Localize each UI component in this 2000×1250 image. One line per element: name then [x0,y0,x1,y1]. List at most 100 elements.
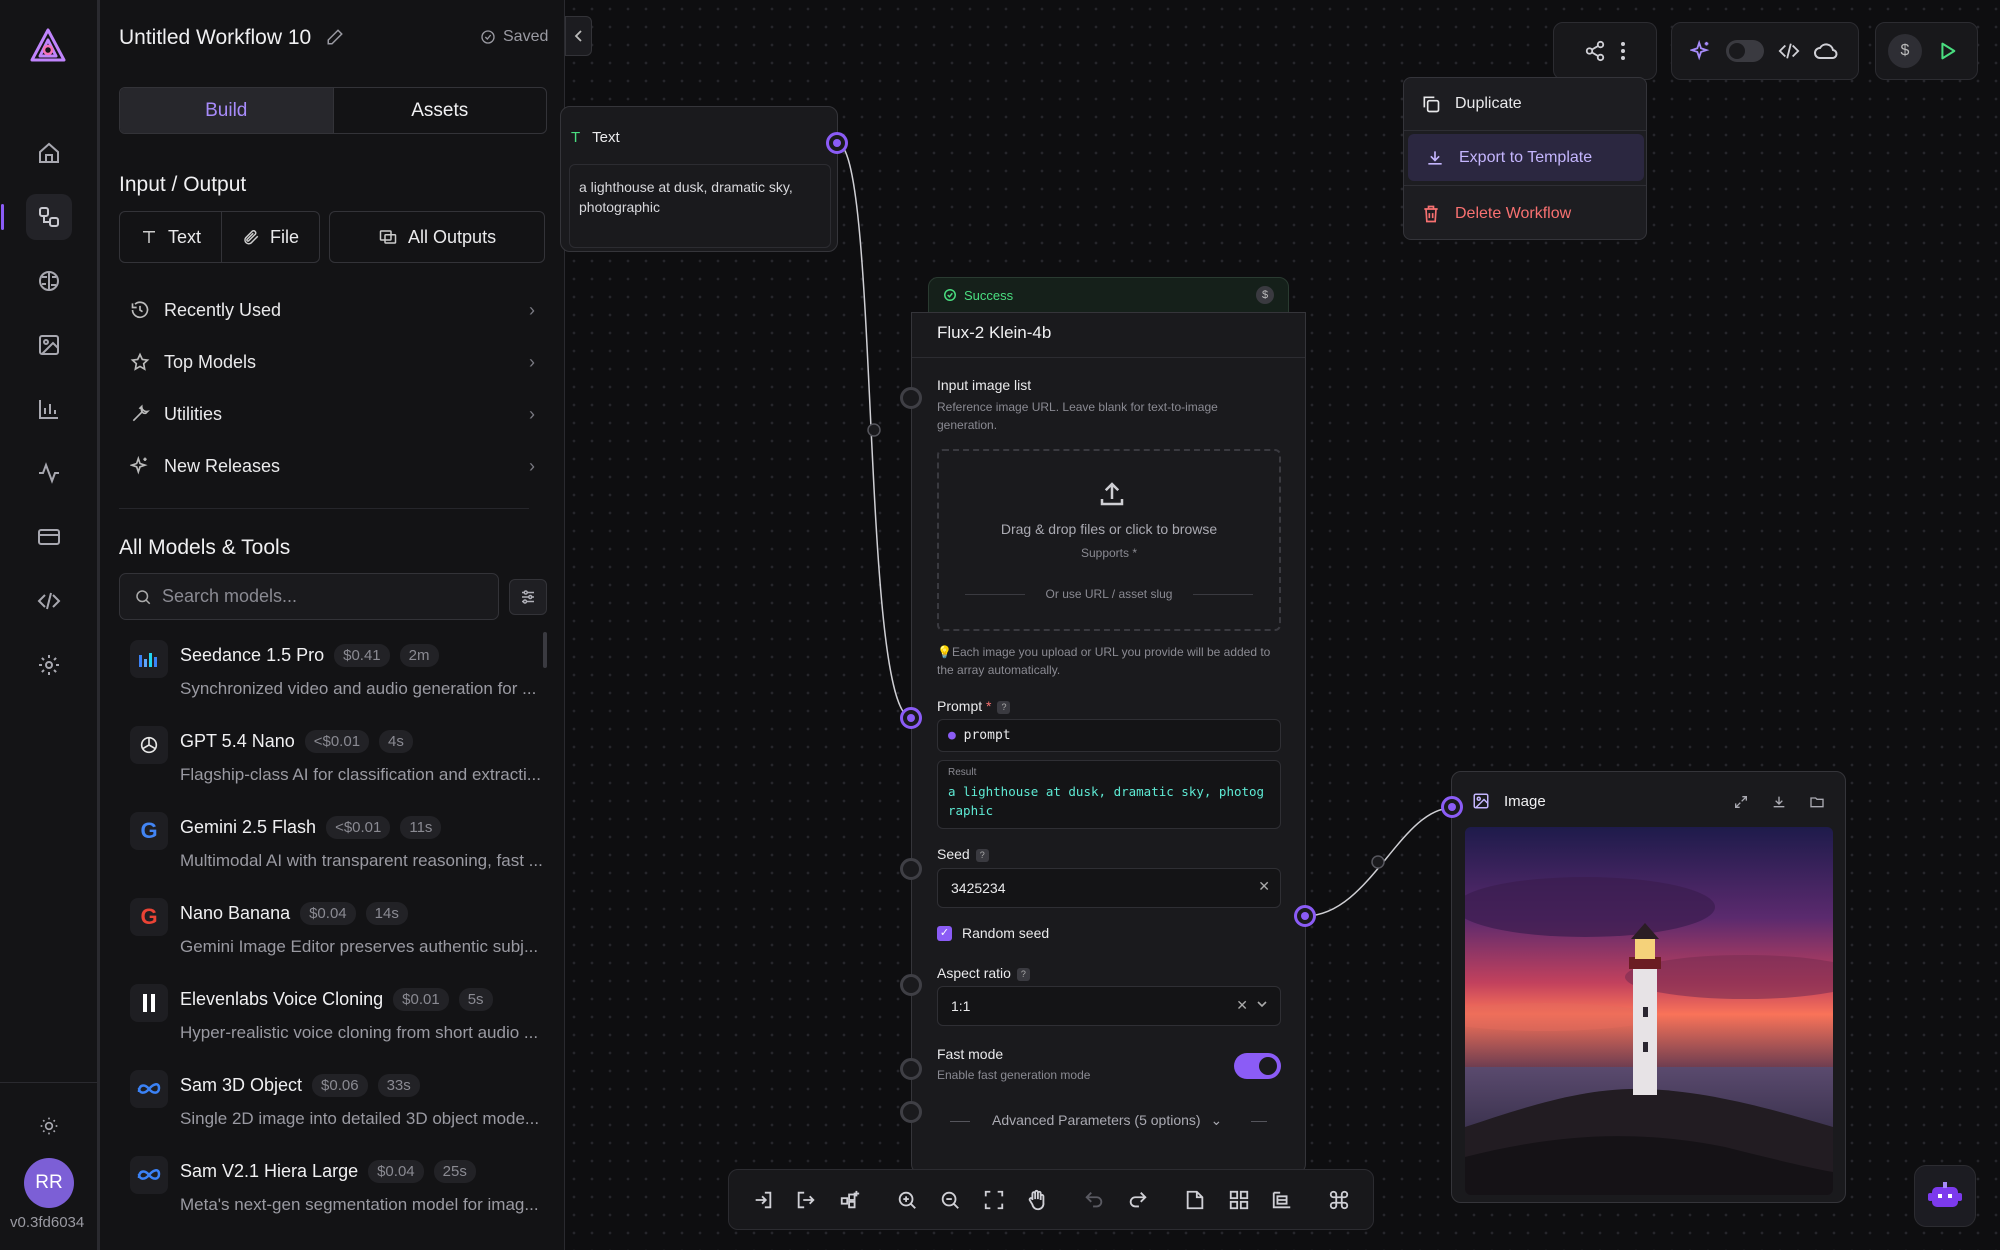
workflow-title[interactable]: Untitled Workflow 10 [119,26,311,50]
advanced-parameters-toggle[interactable]: Advanced Parameters (5 options) ⌄ [992,1112,1222,1129]
avatar[interactable]: RR [24,1158,74,1208]
logo-icon[interactable] [26,26,70,70]
random-seed-checkbox[interactable]: ✓ [937,926,952,941]
seed-input[interactable]: 3425234 ✕ [937,868,1281,908]
search-icon [136,589,151,604]
filter-button[interactable] [509,579,547,615]
prompt-input-port[interactable] [900,707,922,729]
nav-utilities[interactable]: Utilities › [130,399,535,429]
scrollbar[interactable] [543,632,547,668]
flux-model-node[interactable]: Flux-2 Klein-4b Input image list Referen… [911,312,1306,1174]
chevron-down-icon[interactable] [1256,999,1268,1009]
generated-image[interactable] [1465,827,1833,1195]
variable-dot-icon: ● [948,728,956,743]
clear-icon[interactable]: ✕ [1236,997,1248,1014]
theme-toggle-icon[interactable] [26,1103,72,1149]
text-button-label: Text [168,226,202,247]
tab-build[interactable]: Build [120,88,334,133]
expand-icon[interactable] [1733,794,1749,810]
input-image-port[interactable] [900,387,922,409]
redo-icon[interactable] [1116,1178,1159,1222]
list-item[interactable]: Elevenlabs Voice Cloning $0.01 5s Hyper-re… [130,984,540,1054]
menu-label: Delete Workflow [1455,205,1572,222]
cloud-icon[interactable] [1814,41,1838,61]
note-icon[interactable] [1173,1178,1216,1222]
text-node[interactable]: T Text a lighthouse at dusk, dramatic sk… [560,106,838,252]
text-output-port[interactable] [826,132,848,154]
canvas-toolbar [728,1169,1374,1230]
list-item[interactable]: Sam V2.1 Hiera Large $0.04 25s Meta's next… [130,1156,540,1226]
list-item[interactable]: G Nano Banana $0.04 14s Gemini Image Edito… [130,898,540,968]
seed-input-port[interactable] [900,858,922,880]
share-icon[interactable] [1584,40,1606,62]
undo-icon[interactable] [1073,1178,1116,1222]
flux-output-port[interactable] [1294,905,1316,927]
activity-icon[interactable] [26,450,72,496]
list-item[interactable]: Seedance 1.5 Pro $0.41 2m Synchronized vid… [130,640,540,710]
aspect-input-port[interactable] [900,974,922,996]
folder-icon[interactable] [1809,794,1825,810]
fast-mode-toggle[interactable] [1234,1053,1281,1079]
brain-icon[interactable] [26,258,72,304]
cost-button[interactable]: $ [1888,34,1922,68]
code-icon[interactable] [1778,40,1800,62]
text-node-content[interactable]: a lighthouse at dusk, dramatic sky, phot… [569,164,831,248]
chevron-down-icon: ⌄ [1210,1112,1223,1128]
time-badge: 25s [433,1160,476,1183]
list-item[interactable]: G Gemini 2.5 Flash <$0.01 11s Multimodal A… [130,812,543,882]
nav-recently-used[interactable]: Recently Used › [130,295,535,325]
file-input-button[interactable]: File [221,212,319,262]
image-input-port[interactable] [1441,796,1463,818]
io-section-title: Input / Output [119,173,247,196]
mode-switch[interactable] [1726,40,1764,62]
fast-mode-input-port[interactable] [900,1058,922,1080]
help-icon[interactable]: ? [975,849,989,862]
add-node-icon[interactable] [828,1178,871,1222]
advanced-input-port[interactable] [900,1101,922,1123]
ai-sparkle-icon[interactable] [1690,40,1712,62]
text-input-button[interactable]: Text [120,212,221,262]
code-icon[interactable] [26,578,72,624]
time-badge: 2m [399,644,439,667]
chart-icon[interactable] [26,386,72,432]
play-icon[interactable] [1936,40,1958,62]
zoom-out-icon[interactable] [929,1178,972,1222]
workflow-icon[interactable] [1,194,72,240]
price-badge: $0.01 [393,988,449,1011]
menu-item-duplicate[interactable]: Duplicate [1404,78,1646,130]
image-output-node[interactable]: Image [1451,771,1846,1203]
model-name: Sam 3D Object [180,1075,303,1095]
layout-icon[interactable] [1260,1178,1303,1222]
list-item[interactable]: Sam 3D Object $0.06 33s Single 2D image in… [130,1070,540,1140]
menu-item-export-template[interactable]: Export to Template [1408,134,1644,181]
collapse-sidebar-button[interactable] [565,16,592,56]
clear-icon[interactable]: ✕ [1258,878,1270,895]
settings-icon[interactable] [26,642,72,688]
home-icon[interactable] [26,130,72,176]
pan-hand-icon[interactable] [1015,1178,1058,1222]
tab-assets[interactable]: Assets [334,88,547,133]
image-icon[interactable] [26,322,72,368]
fit-view-icon[interactable] [972,1178,1015,1222]
aspect-ratio-select[interactable]: 1:1 ✕ [937,986,1281,1026]
search-input[interactable]: Search models... [119,573,499,620]
help-icon[interactable]: ? [1016,968,1030,981]
menu-item-delete-workflow[interactable]: Delete Workflow [1404,188,1646,239]
file-dropzone[interactable]: Drag & drop files or click to browse Sup… [937,449,1281,631]
download-icon[interactable] [1771,794,1787,810]
zoom-in-icon[interactable] [885,1178,928,1222]
command-icon[interactable] [1318,1178,1361,1222]
nav-top-models[interactable]: Top Models › [130,347,535,377]
assistant-bot-icon[interactable] [1914,1165,1976,1227]
export-icon[interactable] [784,1178,827,1222]
card-icon[interactable] [26,514,72,560]
more-options-icon[interactable] [1620,41,1626,61]
pencil-icon[interactable] [326,28,346,48]
list-item[interactable]: GPT 5.4 Nano <$0.01 4s Flagship-class AI f… [130,726,541,796]
prompt-input[interactable]: ● prompt [937,719,1281,752]
nav-new-releases[interactable]: New Releases › [130,451,535,481]
all-outputs-button[interactable]: All Outputs [330,212,544,262]
import-icon[interactable] [741,1178,784,1222]
grid-icon[interactable] [1217,1178,1260,1222]
help-icon[interactable]: ? [997,701,1011,714]
